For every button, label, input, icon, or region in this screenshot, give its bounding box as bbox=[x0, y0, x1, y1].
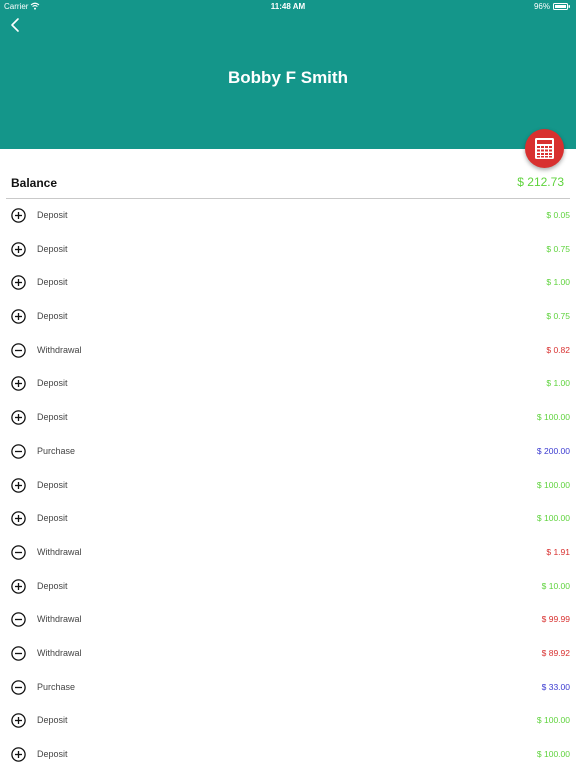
transaction-amount: $ 1.00 bbox=[546, 277, 570, 288]
transaction-type: Deposit bbox=[37, 412, 68, 423]
transaction-amount: $ 200.00 bbox=[536, 445, 570, 456]
transaction-type: Withdrawal bbox=[37, 614, 82, 625]
balance-label: Balance bbox=[11, 176, 58, 190]
header: Carrier 11:48 AM 96% Bobby F Smith bbox=[0, 0, 576, 149]
minus-circle-icon bbox=[11, 679, 26, 695]
transaction-row[interactable]: Withdrawal $ 99.99 bbox=[0, 603, 576, 637]
transaction-row[interactable]: Withdrawal $ 1.91 bbox=[0, 536, 576, 570]
plus-circle-icon bbox=[11, 477, 26, 493]
balance-value: $ 212.73 bbox=[517, 175, 564, 189]
transaction-amount: $ 33.00 bbox=[541, 681, 570, 692]
transaction-amount: $ 10.00 bbox=[541, 580, 570, 591]
transaction-row[interactable]: Deposit $ 100.00 bbox=[0, 469, 576, 503]
transaction-type: Deposit bbox=[37, 243, 68, 254]
transaction-type: Purchase bbox=[37, 681, 76, 692]
minus-circle-icon bbox=[11, 646, 26, 661]
plus-circle-icon bbox=[11, 410, 26, 425]
transaction-row[interactable]: Purchase $ 200.00 bbox=[0, 435, 576, 469]
calculator-button[interactable] bbox=[525, 129, 564, 168]
status-bar: Carrier 11:48 AM 96% bbox=[0, 0, 576, 13]
transaction-type: Deposit bbox=[37, 749, 68, 759]
transaction-amount: $ 89.92 bbox=[541, 647, 570, 658]
plus-circle-icon bbox=[11, 376, 26, 392]
transaction-amount: $ 100.00 bbox=[536, 715, 570, 726]
transaction-amount: $ 0.82 bbox=[546, 344, 570, 355]
transaction-row[interactable]: Withdrawal $ 0.82 bbox=[0, 334, 576, 368]
transaction-amount: $ 100.00 bbox=[536, 479, 570, 490]
transaction-type: Withdrawal bbox=[37, 344, 82, 355]
transaction-amount: $ 100.00 bbox=[536, 749, 570, 759]
transaction-amount: $ 1.00 bbox=[546, 378, 570, 389]
transaction-row[interactable]: Deposit $ 100.00 bbox=[0, 738, 576, 772]
transaction-row[interactable]: Deposit $ 0.75 bbox=[0, 233, 576, 267]
transaction-amount: $ 100.00 bbox=[536, 412, 570, 423]
transaction-row[interactable]: Deposit $ 0.05 bbox=[0, 199, 576, 233]
transaction-row[interactable]: Deposit $ 100.00 bbox=[0, 502, 576, 536]
transaction-row[interactable]: Deposit $ 1.00 bbox=[0, 367, 576, 401]
transaction-row[interactable]: Deposit $ 10.00 bbox=[0, 570, 576, 604]
plus-circle-icon bbox=[11, 208, 26, 223]
transaction-type: Deposit bbox=[37, 277, 68, 288]
back-button[interactable] bbox=[6, 14, 28, 36]
transaction-list: Deposit $ 0.05 Deposit $ 0.75 Deposit $ 1.00 D… bbox=[0, 199, 576, 772]
transaction-amount: $ 0.75 bbox=[546, 243, 570, 254]
plus-circle-icon bbox=[11, 578, 26, 594]
plus-circle-icon bbox=[11, 275, 26, 291]
transaction-type: Deposit bbox=[37, 715, 68, 726]
transaction-amount: $ 0.75 bbox=[546, 311, 570, 322]
transaction-amount: $ 0.05 bbox=[546, 210, 570, 220]
minus-circle-icon bbox=[11, 612, 26, 627]
calculator-icon bbox=[535, 138, 554, 159]
plus-circle-icon bbox=[11, 241, 26, 257]
plus-circle-icon bbox=[11, 713, 26, 729]
plus-circle-icon bbox=[11, 511, 26, 526]
status-time: 11:48 AM bbox=[270, 2, 306, 11]
transaction-type: Deposit bbox=[37, 580, 68, 591]
minus-circle-icon bbox=[11, 444, 26, 459]
transaction-type: Withdrawal bbox=[37, 546, 82, 557]
transaction-type: Purchase bbox=[37, 445, 76, 456]
transaction-type: Withdrawal bbox=[37, 647, 82, 658]
transaction-type: Deposit bbox=[37, 311, 68, 322]
battery-icon bbox=[553, 3, 570, 10]
transaction-row[interactable]: Purchase $ 33.00 bbox=[0, 671, 576, 705]
battery-percent: 96% bbox=[533, 2, 550, 11]
transaction-type: Deposit bbox=[37, 378, 68, 389]
transaction-row[interactable]: Deposit $ 0.75 bbox=[0, 300, 576, 334]
plus-circle-icon bbox=[11, 309, 26, 324]
transaction-type: Deposit bbox=[37, 479, 68, 490]
transaction-type: Deposit bbox=[37, 513, 68, 524]
minus-circle-icon bbox=[11, 343, 26, 358]
minus-circle-icon bbox=[11, 545, 26, 560]
transaction-amount: $ 99.99 bbox=[541, 614, 570, 625]
transaction-type: Deposit bbox=[37, 210, 68, 220]
transaction-row[interactable]: Withdrawal $ 89.92 bbox=[0, 637, 576, 671]
balance-row: Balance $ 212.73 bbox=[0, 170, 576, 198]
plus-circle-icon bbox=[11, 747, 26, 762]
transaction-amount: $ 1.91 bbox=[546, 546, 570, 557]
chevron-left-icon bbox=[11, 18, 19, 32]
transaction-amount: $ 100.00 bbox=[536, 513, 570, 524]
transaction-row[interactable]: Deposit $ 1.00 bbox=[0, 266, 576, 300]
transaction-row[interactable]: Deposit $ 100.00 bbox=[0, 401, 576, 435]
page-title: Bobby F Smith bbox=[228, 68, 348, 87]
transaction-row[interactable]: Deposit $ 100.00 bbox=[0, 704, 576, 738]
